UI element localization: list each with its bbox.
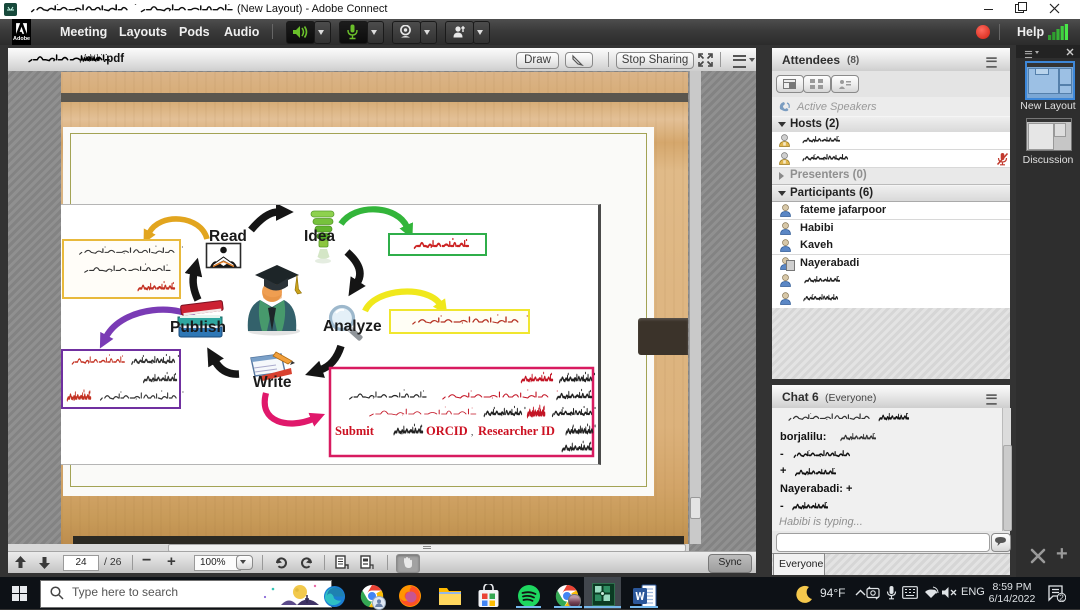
svg-text:ORCID: ORCID <box>426 424 468 438</box>
svg-text:Submit: Submit <box>335 424 375 438</box>
svg-text:,: , <box>471 427 473 437</box>
svg-text:Researcher ID: Researcher ID <box>478 424 555 438</box>
svg-text:Analyze: Analyze <box>323 318 382 335</box>
svg-text:Publish: Publish <box>170 319 226 336</box>
svg-text:Read: Read <box>209 228 247 245</box>
svg-text:Idea: Idea <box>304 228 335 245</box>
svg-text:Write: Write <box>253 374 292 391</box>
svg-text:2: 2 <box>1059 593 1064 602</box>
